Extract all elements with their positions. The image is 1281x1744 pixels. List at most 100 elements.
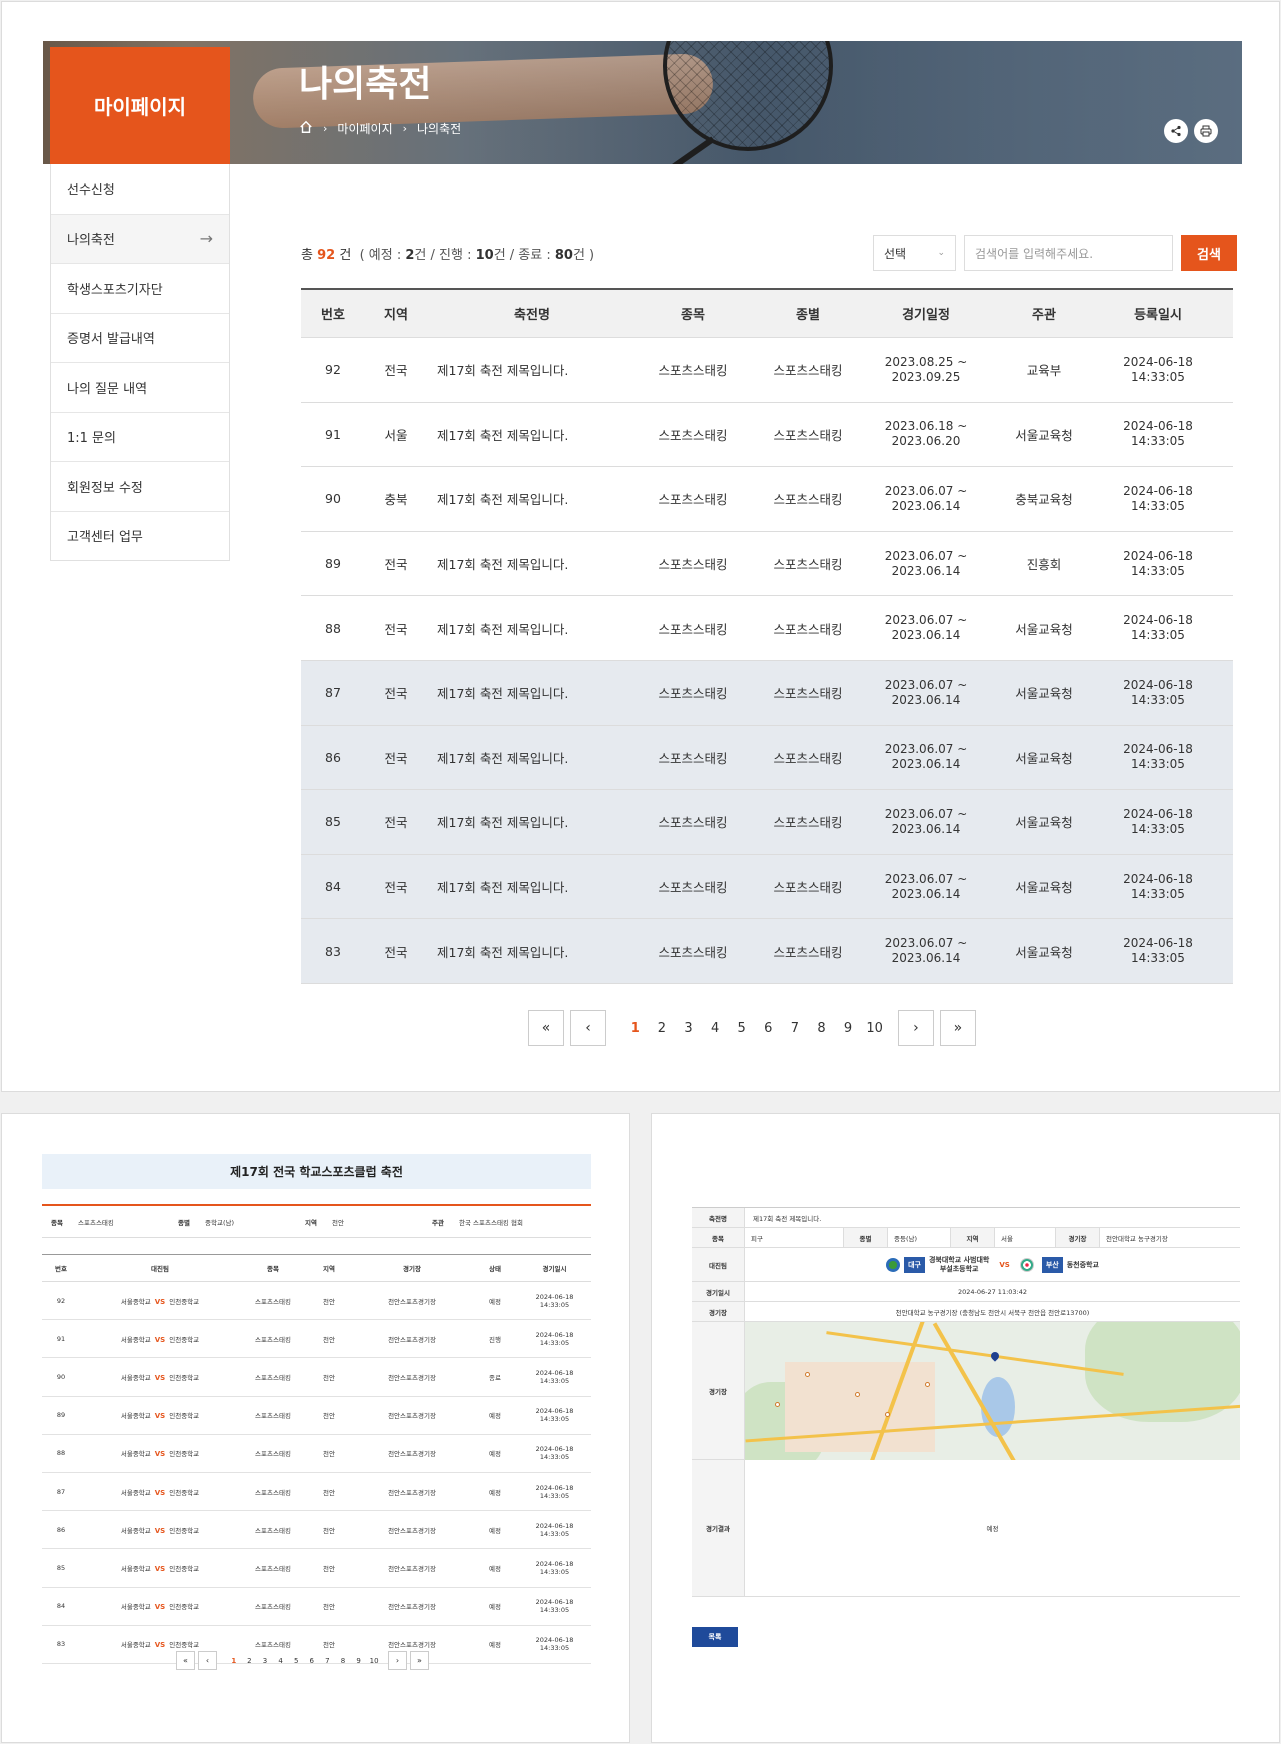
page-number[interactable]: 8 <box>335 1657 351 1665</box>
sidebar-item-my-festival[interactable]: 나의축전 → <box>51 213 229 263</box>
page-number[interactable]: 7 <box>782 1021 809 1036</box>
row-registered: 2024-06-18 14:33:05 <box>1123 483 1193 513</box>
print-button[interactable] <box>1194 119 1218 143</box>
row-schedule: 2023.06.07 ~2023.06.14 <box>884 548 968 578</box>
page-number[interactable]: 1 <box>226 1657 242 1665</box>
search-bar: 선택 ⌄ 검색어를 입력해주세요. 검색 <box>873 235 1237 271</box>
page-number[interactable]: 8 <box>808 1021 835 1036</box>
row-category: 스포츠스태킹 <box>773 621 843 637</box>
venue-map[interactable] <box>745 1321 1240 1460</box>
next-page-button[interactable]: › <box>387 1651 407 1670</box>
row-festival-name[interactable]: 제17회 축전 제목입니다. <box>427 360 637 379</box>
status-badge: 예정 <box>489 1412 501 1421</box>
match-row[interactable]: 85 서울중학교 VS 인천중학교 스포츠스태킹 천안 천안스포츠경기장 예정 2024-06-… <box>42 1549 591 1588</box>
last-page-button[interactable]: » <box>939 1010 976 1046</box>
row-festival-name[interactable]: 제17회 축전 제목입니다. <box>427 683 637 702</box>
row-number: 87 <box>325 685 341 701</box>
page-number[interactable]: 6 <box>755 1021 782 1036</box>
row-host: 충북교육청 <box>1015 492 1073 508</box>
prev-page-button[interactable]: ‹ <box>198 1651 217 1670</box>
row-festival-name[interactable]: 제17회 축전 제목입니다. <box>427 425 637 444</box>
share-button[interactable] <box>1164 119 1188 143</box>
table-row[interactable]: 83 전국 제17회 축전 제목입니다. 스포츠스태킹 스포츠스태킹 2023.06.07… <box>301 919 1233 984</box>
row-festival-name[interactable]: 제17회 축전 제목입니다. <box>427 942 637 961</box>
match-row[interactable]: 84 서울중학교 VS 인천중학교 스포츠스태킹 천안 천안스포츠경기장 예정 2024-06-… <box>42 1588 591 1626</box>
row-festival-name[interactable]: 제17회 축전 제목입니다. <box>427 554 637 573</box>
table-row[interactable]: 84 전국 제17회 축전 제목입니다. 스포츠스태킹 스포츠스태킹 2023.06.07… <box>301 854 1233 920</box>
status-badge: 예정 <box>489 1641 501 1650</box>
page-number[interactable]: 1 <box>622 1021 649 1036</box>
row-festival-name[interactable]: 제17회 축전 제목입니다. <box>427 489 637 508</box>
table-row[interactable]: 86 전국 제17회 축전 제목입니다. 스포츠스태킹 스포츠스태킹 2023.06.07… <box>301 725 1233 791</box>
match-row[interactable]: 89 서울중학교 VS 인천중학교 스포츠스태킹 천안 천안스포츠경기장 예정 2024-06-… <box>42 1397 591 1435</box>
row-festival-name[interactable]: 제17회 축전 제목입니다. <box>427 812 637 831</box>
match-list-panel: 제17회 전국 학교스포츠클럽 축전 종목 스포츠스태킹 종별 중학교(남) 지역 천… <box>1 1113 630 1743</box>
search-filter-select[interactable]: 선택 ⌄ <box>873 235 956 271</box>
table-row[interactable]: 88 전국 제17회 축전 제목입니다. 스포츠스태킹 스포츠스태킹 2023.06.07… <box>301 596 1233 661</box>
search-button[interactable]: 검색 <box>1181 235 1237 271</box>
table-row[interactable]: 85 전국 제17회 축전 제목입니다. 스포츠스태킹 스포츠스태킹 2023.06.07… <box>301 790 1233 855</box>
list-button[interactable]: 목록 <box>692 1627 738 1647</box>
row-festival-name[interactable]: 제17회 축전 제목입니다. <box>427 877 637 896</box>
breadcrumb-item[interactable]: 마이페이지 <box>337 120 392 137</box>
row-registered: 2024-06-18 14:33:05 <box>1123 871 1193 901</box>
page-number[interactable]: 2 <box>649 1021 676 1036</box>
sidebar-item-student-reporters[interactable]: 학생스포츠기자단 <box>51 263 229 313</box>
page-number[interactable]: 3 <box>257 1657 273 1665</box>
table-row[interactable]: 87 전국 제17회 축전 제목입니다. 스포츠스태킹 스포츠스태킹 2023.06.07… <box>301 660 1233 726</box>
sidebar-item-support[interactable]: 고객센터 업무 <box>51 510 229 560</box>
page-number[interactable]: 10 <box>861 1021 888 1036</box>
page-number[interactable]: 3 <box>675 1021 702 1036</box>
first-page-button[interactable]: « <box>176 1651 195 1670</box>
last-page-button[interactable]: » <box>409 1651 429 1670</box>
table-row[interactable]: 89 전국 제17회 축전 제목입니다. 스포츠스태킹 스포츠스태킹 2023.06.07… <box>301 532 1233 597</box>
page-number[interactable]: 5 <box>728 1021 755 1036</box>
sidebar-item-inquiry[interactable]: 1:1 문의 <box>51 411 229 461</box>
row-festival-name[interactable]: 제17회 축전 제목입니다. <box>427 619 637 638</box>
sidebar-item-player-application[interactable]: 선수신청 <box>51 164 229 214</box>
team2-region-badge: 부산 <box>1041 1256 1063 1273</box>
match-row[interactable]: 92 서울중학교 VS 인천중학교 스포츠스태킹 천안 천안스포츠경기장 예정 2024-06-… <box>42 1282 591 1321</box>
next-page-button[interactable]: › <box>897 1010 934 1046</box>
match-row[interactable]: 87 서울중학교 VS 인천중학교 스포츠스태킹 천안 천안스포츠경기장 예정 2024-06-… <box>42 1473 591 1512</box>
page-number[interactable]: 7 <box>320 1657 336 1665</box>
row-category: 스포츠스태킹 <box>773 750 843 766</box>
breadcrumb-item[interactable]: 나의축전 <box>417 120 461 137</box>
first-page-button[interactable]: « <box>528 1010 564 1046</box>
prev-page-button[interactable]: ‹ <box>570 1010 606 1046</box>
row-host: 서울교육청 <box>1015 815 1073 831</box>
page-number[interactable]: 4 <box>273 1657 289 1665</box>
row-schedule: 2023.06.07 ~2023.06.14 <box>884 871 968 901</box>
page-title: 나의축전 <box>299 64 432 105</box>
home-icon[interactable] <box>299 120 313 137</box>
status-badge: 예정 <box>489 1564 501 1573</box>
match-row[interactable]: 86 서울중학교 VS 인천중학교 스포츠스태킹 천안 천안스포츠경기장 예정 2024-06-… <box>42 1511 591 1550</box>
status-badge: 종료 <box>489 1373 501 1382</box>
page-number[interactable]: 4 <box>702 1021 729 1036</box>
page-number[interactable]: 9 <box>351 1657 367 1665</box>
row-schedule: 2023.06.18 ~2023.06.20 <box>884 419 968 449</box>
table-row[interactable]: 90 충북 제17회 축전 제목입니다. 스포츠스태킹 스포츠스태킹 2023.06.07… <box>301 467 1233 532</box>
row-festival-name[interactable]: 제17회 축전 제목입니다. <box>427 748 637 767</box>
matchup: 서울중학교 VS 인천중학교 <box>120 1488 200 1497</box>
sidebar-item-my-questions[interactable]: 나의 질문 내역 <box>51 362 229 412</box>
table-row[interactable]: 92 전국 제17회 축전 제목입니다. 스포츠스태킹 스포츠스태킹 2023.08.25… <box>301 338 1233 403</box>
matchup: 서울중학교 VS 인천중학교 <box>120 1564 200 1573</box>
match-row[interactable]: 91 서울중학교 VS 인천중학교 스포츠스태킹 천안 천안스포츠경기장 진행 2024-06-… <box>42 1320 591 1359</box>
row-region: 서울 <box>384 427 408 443</box>
row-host: 서울교육청 <box>1015 427 1073 443</box>
page-number[interactable]: 6 <box>304 1657 320 1665</box>
row-host: 서울교육청 <box>1015 621 1073 637</box>
match-row[interactable]: 88 서울중학교 VS 인천중학교 스포츠스태킹 천안 천안스포츠경기장 예정 2024-06-… <box>42 1435 591 1473</box>
table-row[interactable]: 91 서울 제17회 축전 제목입니다. 스포츠스태킹 스포츠스태킹 2023.06.18… <box>301 403 1233 468</box>
page-number[interactable]: 9 <box>835 1021 862 1036</box>
match-row[interactable]: 90 서울중학교 VS 인천중학교 스포츠스태킹 천안 천안스포츠경기장 종료 2024-06-… <box>42 1358 591 1397</box>
page-number[interactable]: 2 <box>242 1657 258 1665</box>
sidebar-item-certificates[interactable]: 증명서 발급내역 <box>51 312 229 362</box>
row-host: 서울교육청 <box>1015 880 1073 896</box>
search-input[interactable]: 검색어를 입력해주세요. <box>964 235 1173 271</box>
page-number[interactable]: 10 <box>366 1657 382 1665</box>
page-number[interactable]: 5 <box>288 1657 304 1665</box>
row-region: 전국 <box>384 621 408 637</box>
sidebar-item-edit-profile[interactable]: 회원정보 수정 <box>51 461 229 511</box>
